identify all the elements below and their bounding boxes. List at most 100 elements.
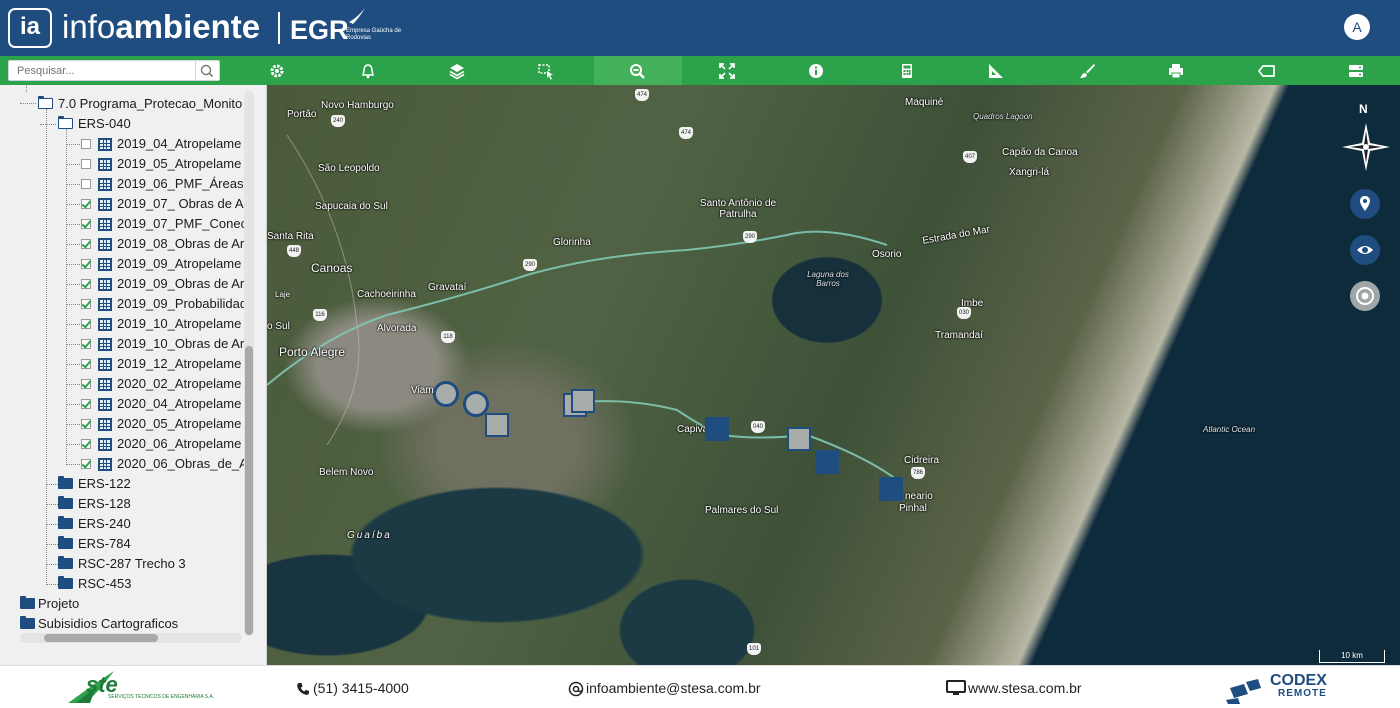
layer-label: 2019_10_Atropelame: [117, 316, 242, 331]
table-grid-icon: [98, 338, 112, 351]
tree-vertical-scrollbar[interactable]: [244, 91, 254, 636]
layer-label: 2019_12_Atropelame: [117, 356, 242, 371]
tree-line: [66, 444, 80, 445]
tree-line: [66, 184, 80, 185]
print-icon[interactable]: [1165, 60, 1187, 82]
place-label: Cachoeirinha: [357, 289, 416, 300]
map-view[interactable]: Novo Hamburgo Portão São Leopoldo Sapuca…: [267, 85, 1400, 665]
road-shield: 290: [523, 259, 537, 271]
layer-checkbox[interactable]: [81, 319, 91, 329]
settings-icon[interactable]: [266, 60, 288, 82]
search-box: [8, 60, 220, 81]
road-shield: 474: [679, 127, 693, 139]
layer-checkbox[interactable]: [81, 259, 91, 269]
map-marker-circle[interactable]: [433, 381, 459, 407]
place-label: Sapucaia do Sul: [315, 201, 388, 212]
folder-icon: [58, 496, 73, 509]
tree-line: [66, 264, 80, 265]
layer-checkbox[interactable]: [81, 299, 91, 309]
group-label: RSC-453: [78, 576, 132, 591]
tree-line: [26, 85, 27, 92]
road-route: [566, 400, 898, 481]
website-link[interactable]: www.stesa.com.br: [968, 680, 1082, 696]
server-icon[interactable]: [1345, 60, 1367, 82]
tag-icon[interactable]: [1255, 60, 1277, 82]
place-label: Novo Hamburgo: [321, 100, 394, 111]
layer-checkbox[interactable]: [81, 339, 91, 349]
bell-icon[interactable]: [357, 60, 379, 82]
layer-checkbox[interactable]: [81, 419, 91, 429]
user-avatar[interactable]: A: [1344, 14, 1370, 40]
folder-open-icon: [38, 96, 53, 109]
place-label: Cidreira: [904, 455, 940, 466]
partner-subtitle: Empresa Gaúcha de Rodovias: [346, 28, 402, 41]
table-grid-icon: [98, 178, 112, 191]
layer-label: 2020_05_Atropelame: [117, 416, 242, 431]
top-level-label: Projeto: [38, 596, 80, 611]
place-label: Portão: [287, 109, 317, 120]
folder-icon: [58, 576, 73, 589]
layer-label: 2019_07_ Obras de A: [117, 196, 244, 211]
search-input[interactable]: [9, 61, 205, 80]
layer-checkbox[interactable]: [81, 179, 91, 189]
layer-checkbox[interactable]: [81, 159, 91, 169]
group-label: ERS-128: [78, 496, 131, 511]
map-marker[interactable]: [485, 413, 509, 437]
map-marker[interactable]: [879, 477, 903, 501]
layer-checkbox[interactable]: [81, 219, 91, 229]
place-label: Quadros Lagoon: [973, 112, 1033, 121]
table-grid-icon: [98, 418, 112, 431]
layer-checkbox[interactable]: [81, 139, 91, 149]
road-shield: 118: [441, 331, 455, 343]
fullscreen-icon[interactable]: [716, 60, 738, 82]
select-icon[interactable]: [535, 60, 557, 82]
map-marker[interactable]: [571, 389, 595, 413]
map-marker[interactable]: [815, 450, 839, 474]
email-link[interactable]: infoambiente@stesa.com.br: [586, 680, 761, 696]
compass-icon[interactable]: [1340, 121, 1392, 173]
zoom-search-icon[interactable]: [626, 60, 648, 82]
layer-checkbox[interactable]: [81, 439, 91, 449]
road-shield: 240: [331, 115, 345, 127]
tree-line: [66, 244, 80, 245]
tree-line: [66, 224, 80, 225]
table-grid-icon: [98, 258, 112, 271]
tree-horizontal-scrollbar[interactable]: [20, 633, 242, 643]
layers-icon[interactable]: [446, 60, 468, 82]
eye-icon: [1357, 246, 1373, 254]
location-button[interactable]: [1350, 189, 1380, 219]
search-button[interactable]: [195, 61, 219, 80]
partner-logo: CODEX: [1270, 672, 1327, 689]
brush-icon[interactable]: [1076, 60, 1098, 82]
layer-checkbox[interactable]: [81, 359, 91, 369]
layer-checkbox[interactable]: [81, 379, 91, 389]
folder-icon: [58, 476, 73, 489]
layer-checkbox[interactable]: [81, 279, 91, 289]
layer-checkbox[interactable]: [81, 459, 91, 469]
table-grid-icon: [98, 238, 112, 251]
layer-checkbox[interactable]: [81, 239, 91, 249]
table-grid-icon: [98, 398, 112, 411]
tree-line: [66, 304, 80, 305]
target-button[interactable]: [1350, 281, 1380, 311]
measure-icon[interactable]: [985, 60, 1007, 82]
road-shield: 290: [743, 231, 757, 243]
phone-link[interactable]: (51) 3415-4000: [313, 680, 409, 696]
calculator-icon[interactable]: [896, 60, 918, 82]
visibility-button[interactable]: [1350, 235, 1380, 265]
table-grid-icon: [98, 158, 112, 171]
road-shield: 040: [751, 421, 765, 433]
layer-checkbox[interactable]: [81, 199, 91, 209]
folder-icon: [58, 556, 73, 569]
tree-node-label: ERS-040: [78, 116, 131, 131]
map-marker[interactable]: [705, 417, 729, 441]
map-marker[interactable]: [787, 427, 811, 451]
phone-icon: [297, 683, 309, 695]
scrollbar-thumb[interactable]: [245, 346, 253, 635]
road-shield: 101: [747, 643, 761, 655]
scrollbar-thumb[interactable]: [44, 634, 158, 642]
layer-checkbox[interactable]: [81, 399, 91, 409]
info-icon[interactable]: [805, 60, 827, 82]
layer-tree-panel: 7.0 Programa_Protecao_Monito ERS-040 201…: [0, 85, 267, 665]
app-logo-icon: ia: [8, 8, 52, 48]
